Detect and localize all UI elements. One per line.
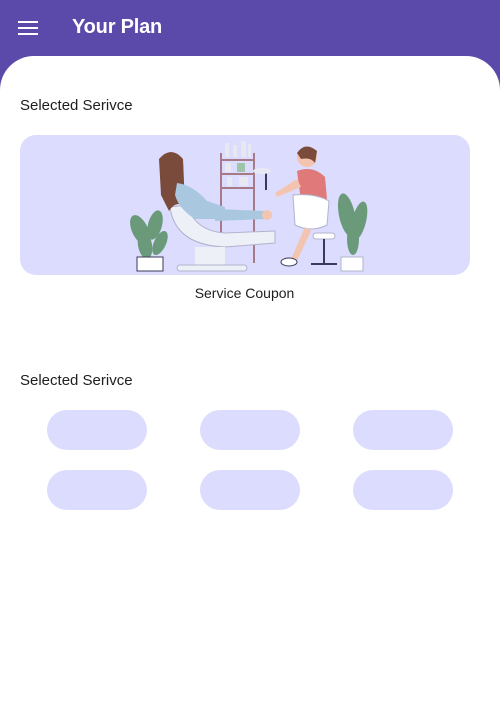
service-option-button[interactable]	[200, 410, 300, 450]
content-sheet: Selected Serivce Service Coupon Selected…	[0, 56, 500, 727]
service-option-button[interactable]	[353, 410, 453, 450]
menu-icon[interactable]	[18, 20, 38, 36]
service-option-button[interactable]	[47, 410, 147, 450]
pedicure-illustration-icon	[130, 141, 368, 272]
service-option-button[interactable]	[353, 470, 453, 510]
service-coupon-card[interactable]	[20, 135, 470, 275]
service-option-button[interactable]	[200, 470, 300, 510]
page-title: Your Plan	[72, 16, 163, 38]
service-coupon-label: Service Coupon	[194, 285, 295, 301]
section-title: Selected Serivce	[20, 372, 133, 389]
section-title: Selected Serivce	[20, 97, 133, 114]
service-option-button[interactable]	[47, 470, 147, 510]
